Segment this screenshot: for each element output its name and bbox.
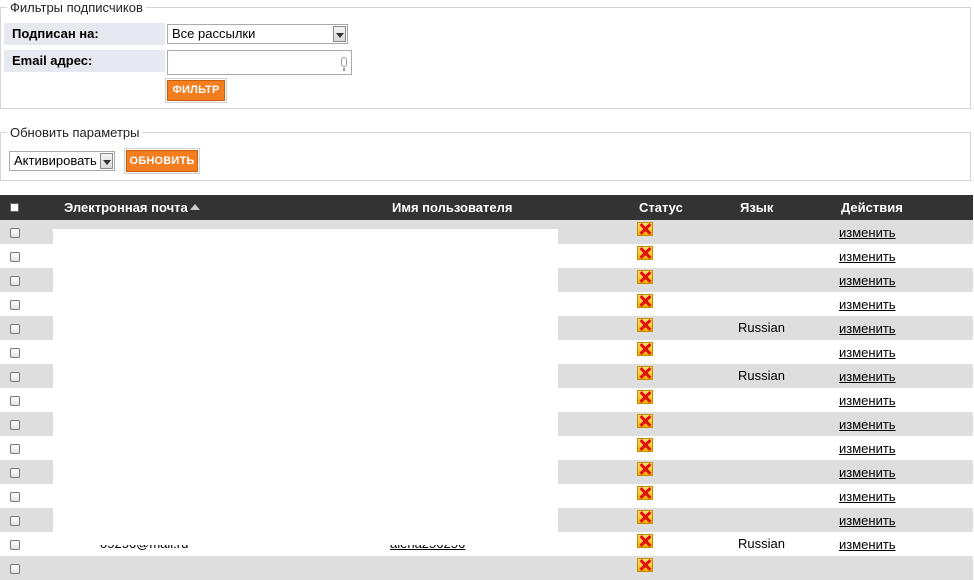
row-language: Russian: [738, 368, 785, 383]
filters-legend: Фильтры подписчиков: [10, 0, 143, 15]
column-actions-header: Действия: [841, 200, 903, 215]
column-username-header[interactable]: Имя пользователя: [392, 200, 512, 215]
row-checkbox[interactable]: [10, 444, 20, 454]
microphone-icon[interactable]: [341, 57, 347, 71]
row-checkbox[interactable]: [10, 564, 20, 574]
inactive-x-icon[interactable]: [637, 246, 653, 260]
inactive-x-icon[interactable]: [637, 342, 653, 356]
inactive-x-icon[interactable]: [637, 438, 653, 452]
edit-link[interactable]: изменить: [839, 297, 896, 312]
edit-link[interactable]: изменить: [839, 465, 896, 480]
column-status-header[interactable]: Статус: [639, 200, 683, 215]
edit-link[interactable]: изменить: [839, 225, 896, 240]
inactive-x-icon[interactable]: [637, 486, 653, 500]
row-checkbox[interactable]: [10, 252, 20, 262]
edit-link[interactable]: изменить: [839, 369, 896, 384]
inactive-x-icon[interactable]: [637, 294, 653, 308]
column-language-header[interactable]: Язык: [740, 200, 773, 215]
row-checkbox[interactable]: [10, 300, 20, 310]
edit-link[interactable]: изменить: [839, 489, 896, 504]
edit-link[interactable]: изменить: [839, 513, 896, 528]
chevron-down-icon[interactable]: [333, 26, 346, 42]
inactive-x-icon[interactable]: [637, 270, 653, 284]
row-checkbox[interactable]: [10, 324, 20, 334]
sort-ascending-icon: [189, 204, 200, 210]
subscribed-on-label: Подписан на:: [4, 23, 165, 45]
row-checkbox[interactable]: [10, 420, 20, 430]
row-checkbox[interactable]: [10, 516, 20, 526]
column-email-header[interactable]: Электронная почта: [64, 200, 200, 215]
inactive-x-icon[interactable]: [637, 318, 653, 332]
select-all-checkbox[interactable]: [10, 203, 19, 212]
filter-button[interactable]: ФИЛЬТР: [165, 78, 227, 103]
row-checkbox[interactable]: [10, 492, 20, 502]
update-button[interactable]: ОБНОВИТЬ: [124, 148, 200, 174]
edit-link[interactable]: изменить: [839, 537, 896, 552]
email-field[interactable]: [167, 50, 352, 75]
inactive-x-icon[interactable]: [637, 534, 653, 548]
update-legend: Обновить параметры: [10, 125, 140, 140]
edit-link[interactable]: изменить: [839, 441, 896, 456]
edit-link[interactable]: изменить: [839, 321, 896, 336]
row-checkbox[interactable]: [10, 276, 20, 286]
inactive-x-icon[interactable]: [637, 414, 653, 428]
row-checkbox[interactable]: [10, 540, 20, 550]
row-checkbox[interactable]: [10, 228, 20, 238]
table-row: [0, 556, 973, 580]
edit-link[interactable]: изменить: [839, 393, 896, 408]
email-address-label: Email адрес:: [4, 50, 165, 72]
update-action-value: Активировать: [14, 153, 97, 168]
column-email-label: Электронная почта: [64, 200, 188, 215]
row-language: Russian: [738, 320, 785, 335]
table-header: Электронная почта Имя пользователя Стату…: [0, 195, 973, 220]
chevron-down-icon[interactable]: [100, 153, 113, 169]
edit-link[interactable]: изменить: [839, 345, 896, 360]
edit-link[interactable]: изменить: [839, 273, 896, 288]
row-checkbox[interactable]: [10, 396, 20, 406]
redaction-block: [53, 229, 558, 545]
subscribed-on-value: Все рассылки: [172, 26, 256, 41]
inactive-x-icon[interactable]: [637, 510, 653, 524]
inactive-x-icon[interactable]: [637, 558, 653, 572]
edit-link[interactable]: изменить: [839, 249, 896, 264]
update-action-select[interactable]: Активировать: [9, 151, 115, 171]
row-checkbox[interactable]: [10, 348, 20, 358]
row-checkbox[interactable]: [10, 468, 20, 478]
inactive-x-icon[interactable]: [637, 462, 653, 476]
edit-link[interactable]: изменить: [839, 417, 896, 432]
inactive-x-icon[interactable]: [637, 222, 653, 236]
row-checkbox[interactable]: [10, 372, 20, 382]
inactive-x-icon[interactable]: [637, 390, 653, 404]
subscribed-on-select[interactable]: Все рассылки: [167, 24, 348, 44]
inactive-x-icon[interactable]: [637, 366, 653, 380]
row-language: Russian: [738, 536, 785, 551]
